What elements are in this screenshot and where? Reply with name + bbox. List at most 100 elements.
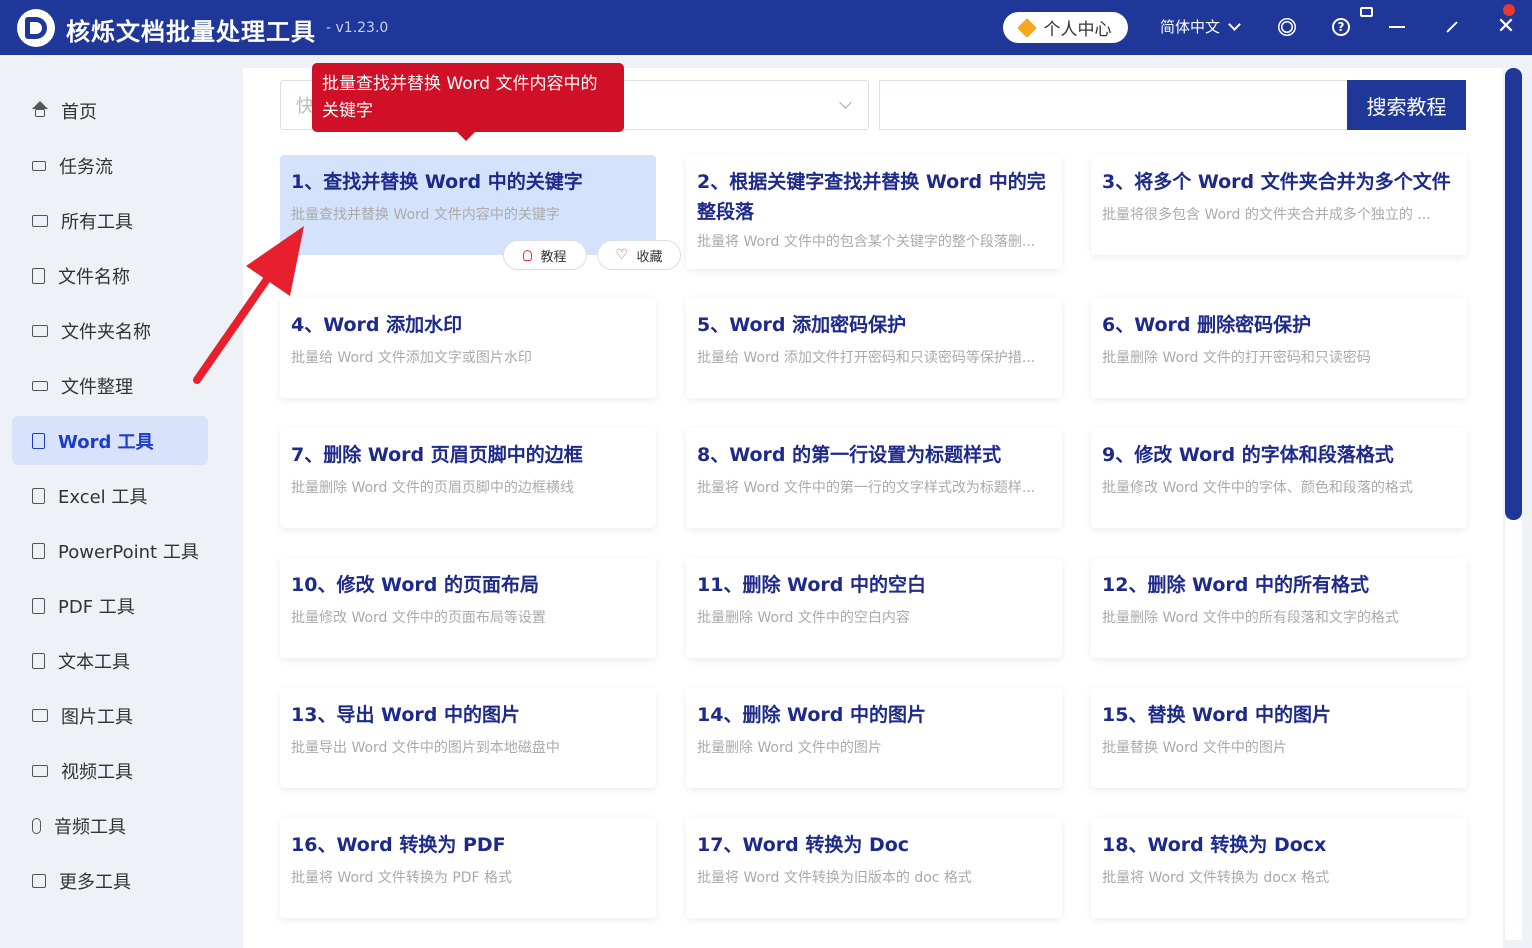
tool-card-14[interactable]: 14、删除 Word 中的图片 批量删除 Word 文件中的图片: [686, 688, 1062, 788]
sidebar-item-label: 所有工具: [61, 211, 133, 233]
favorite-label: 收藏: [636, 249, 663, 265]
card-title: 3、将多个 Word 文件夹合并为多个文件: [1102, 171, 1451, 193]
card-title: 7、删除 Word 页眉页脚中的边框: [291, 444, 583, 466]
card-title: 9、修改 Word 的字体和段落格式: [1102, 444, 1394, 466]
bulb-icon: [523, 249, 533, 261]
tool-card-9[interactable]: 9、修改 Word 的字体和段落格式 批量修改 Word 文件中的字体、颜色和段…: [1091, 428, 1467, 528]
tutorial-label: 教程: [540, 249, 567, 265]
sidebar-item-word-tools[interactable]: Word 工具: [12, 416, 208, 465]
card-desc: 批量修改 Word 文件中的页面布局等设置: [291, 610, 546, 626]
tool-card-8[interactable]: 8、Word 的第一行设置为标题样式 批量将 Word 文件中的第一行的文字样式…: [686, 428, 1062, 528]
sidebar-item-more-tools[interactable]: 更多工具: [12, 856, 208, 905]
card-title: 17、Word 转换为 Doc: [697, 834, 910, 856]
sidebar-item-label: Word 工具: [58, 431, 154, 453]
scrollbar-thumb[interactable]: [1505, 68, 1522, 520]
sidebar-item-label: 文件夹名称: [61, 321, 151, 343]
sidebar-item-excel-tools[interactable]: Excel 工具: [12, 471, 208, 520]
card-desc: 批量删除 Word 文件的页眉页脚中的边框横线: [291, 480, 574, 496]
sidebar-item-organize[interactable]: 文件整理: [12, 361, 208, 410]
mini-window-icon[interactable]: [1360, 7, 1373, 17]
settings-gear-icon[interactable]: [1275, 15, 1299, 39]
sidebar-item-pdf-tools[interactable]: PDF 工具: [12, 581, 208, 630]
search-tutorial-button[interactable]: 搜索教程: [1347, 80, 1466, 130]
tool-card-6[interactable]: 6、Word 删除密码保护 批量删除 Word 文件的打开密码和只读密码: [1091, 298, 1467, 398]
card-desc: 批量导出 Word 文件中的图片到本地磁盘中: [291, 740, 560, 756]
tool-card-4[interactable]: 4、Word 添加水印 批量给 Word 文件添加文字或图片水印: [280, 298, 656, 398]
sidebar-item-text-tools[interactable]: 文本工具: [12, 636, 208, 685]
maximize-icon[interactable]: [1440, 15, 1464, 39]
sidebar-item-label: 文件整理: [61, 376, 133, 398]
card-desc: 批量将 Word 文件转换为 docx 格式: [1102, 870, 1330, 886]
language-select[interactable]: 简体中文: [1160, 16, 1241, 37]
card-title: 6、Word 删除密码保护: [1102, 314, 1312, 336]
app-version: - v1.23.0: [326, 20, 389, 36]
sidebar-item-workflow[interactable]: 任务流: [12, 141, 208, 190]
excel-icon: [32, 487, 45, 504]
card-title: 1、查找并替换 Word 中的关键字: [291, 171, 583, 193]
tool-card-15[interactable]: 15、替换 Word 中的图片 批量替换 Word 文件中的图片: [1091, 688, 1467, 788]
tool-card-12[interactable]: 12、删除 Word 中的所有格式 批量删除 Word 文件中的所有段落和文字的…: [1091, 558, 1467, 658]
sidebar-item-label: 任务流: [59, 156, 113, 178]
sidebar-item-all-tools[interactable]: 所有工具: [12, 196, 208, 245]
grid-icon: [32, 873, 46, 888]
user-center-button[interactable]: 个人中心: [1003, 12, 1128, 43]
card-desc: 批量将 Word 文件中的包含某个关键字的整个段落删...: [697, 234, 1036, 250]
card-title: 13、导出 Word 中的图片: [291, 704, 520, 726]
close-icon[interactable]: ✕: [1494, 15, 1518, 39]
card-desc: 批量删除 Word 文件中的空白内容: [697, 610, 910, 626]
tool-card-1[interactable]: 1、查找并替换 Word 中的关键字 批量查找并替换 Word 文件内容中的关键…: [280, 155, 656, 255]
audio-icon: [32, 817, 41, 834]
folder-icon: [32, 324, 48, 337]
tool-card-13[interactable]: 13、导出 Word 中的图片 批量导出 Word 文件中的图片到本地磁盘中: [280, 688, 656, 788]
sidebar-item-audio-tools[interactable]: 音频工具: [12, 801, 208, 850]
sidebar-item-label: PowerPoint 工具: [58, 541, 199, 563]
card-desc: 批量将 Word 文件转换为 PDF 格式: [291, 870, 513, 886]
help-icon[interactable]: ?: [1329, 15, 1353, 39]
sidebar-item-powerpoint-tools[interactable]: PowerPoint 工具: [12, 526, 208, 575]
text-icon: [32, 652, 45, 669]
tool-card-7[interactable]: 7、删除 Word 页眉页脚中的边框 批量删除 Word 文件的页眉页脚中的边框…: [280, 428, 656, 528]
tutorial-button[interactable]: 教程: [503, 240, 587, 270]
tool-card-17[interactable]: 17、Word 转换为 Doc 批量将 Word 文件转换为旧版本的 doc 格…: [686, 818, 1062, 918]
app-logo-icon: [17, 9, 55, 47]
tool-card-10[interactable]: 10、修改 Word 的页面布局 批量修改 Word 文件中的页面布局等设置: [280, 558, 656, 658]
sidebar-item-file-name[interactable]: 文件名称: [12, 251, 208, 300]
tool-card-2[interactable]: 2、根据关键字查找并替换 Word 中的完整段落 批量将 Word 文件中的包含…: [686, 155, 1062, 269]
card-desc: 批量删除 Word 文件中的所有段落和文字的格式: [1102, 610, 1399, 626]
monitor-icon: [32, 214, 48, 227]
sidebar-item-home[interactable]: 首页: [12, 86, 208, 135]
sidebar-item-label: Excel 工具: [58, 486, 148, 508]
sidebar-item-image-tools[interactable]: 图片工具: [12, 691, 208, 740]
powerpoint-icon: [32, 542, 45, 559]
tool-card-11[interactable]: 11、删除 Word 中的空白 批量删除 Word 文件中的空白内容: [686, 558, 1062, 658]
sidebar-item-label: 首页: [61, 101, 97, 123]
card-desc: 批量将很多包含 Word 的文件夹合并成多个独立的 ...: [1102, 207, 1431, 223]
favorite-button[interactable]: ♡ 收藏: [597, 240, 681, 270]
card-title: 8、Word 的第一行设置为标题样式: [697, 444, 1002, 466]
tool-card-16[interactable]: 16、Word 转换为 PDF 批量将 Word 文件转换为 PDF 格式: [280, 818, 656, 918]
card-title: 16、Word 转换为 PDF: [291, 834, 506, 856]
tool-card-3[interactable]: 3、将多个 Word 文件夹合并为多个文件 批量将很多包含 Word 的文件夹合…: [1091, 155, 1467, 255]
sidebar-item-video-tools[interactable]: 视频工具: [12, 746, 208, 795]
pdf-icon: [32, 597, 45, 614]
card-desc: 批量替换 Word 文件中的图片: [1102, 740, 1287, 756]
organize-icon: [32, 380, 48, 391]
card-title: 18、Word 转换为 Docx: [1102, 834, 1327, 856]
tool-card-18[interactable]: 18、Word 转换为 Docx 批量将 Word 文件转换为 docx 格式: [1091, 818, 1467, 918]
heart-icon: ♡: [615, 247, 629, 263]
card-title: 15、替换 Word 中的图片: [1102, 704, 1331, 726]
card-desc: 批量查找并替换 Word 文件内容中的关键字: [291, 207, 560, 223]
tool-card-5[interactable]: 5、Word 添加密码保护 批量给 Word 添加文件打开密码和只读密码等保护措…: [686, 298, 1062, 398]
chevron-down-icon: [1228, 17, 1241, 31]
sidebar: 首页 任务流 所有工具 文件名称 文件夹名称 文件整理 Word 工具 Exce…: [0, 55, 225, 948]
workflow-icon: [32, 160, 46, 171]
sidebar-item-folder-name[interactable]: 文件夹名称: [12, 306, 208, 355]
search-input[interactable]: [879, 80, 1349, 130]
card-desc: 批量将 Word 文件中的第一行的文字样式改为标题样...: [697, 480, 1036, 496]
card-desc: 批量删除 Word 文件中的图片: [697, 740, 882, 756]
minimize-icon[interactable]: [1385, 15, 1409, 39]
card-title: 14、删除 Word 中的图片: [697, 704, 926, 726]
user-center-label: 个人中心: [1043, 20, 1112, 40]
image-icon: [32, 709, 48, 722]
tooltip: 批量查找并替换 Word 文件内容中的关键字: [312, 63, 624, 141]
